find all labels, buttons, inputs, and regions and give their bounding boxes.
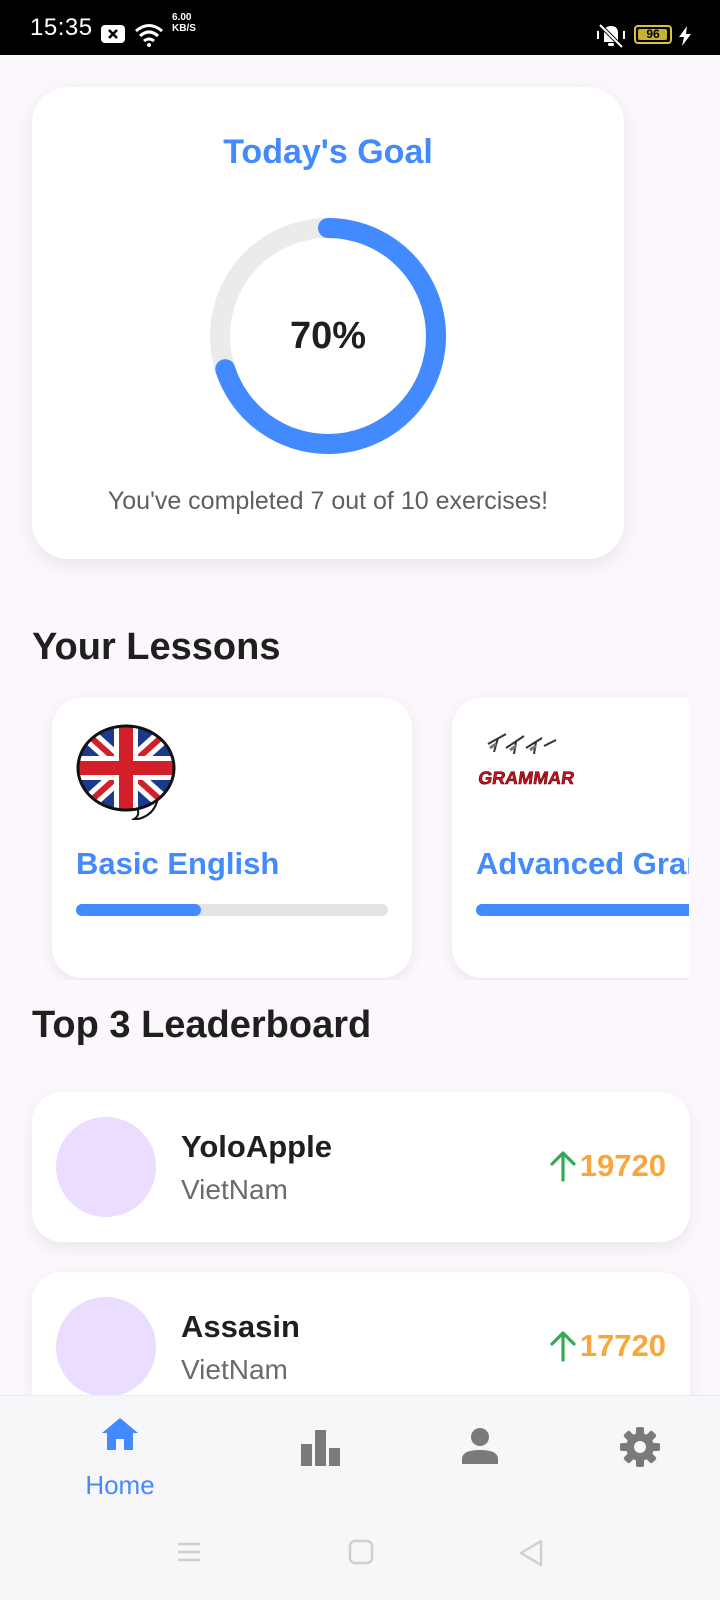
leaderboard-score-value: 17720 xyxy=(579,1328,666,1363)
arrow-up-icon xyxy=(550,1331,576,1362)
home-icon xyxy=(102,1418,138,1450)
lesson-card-basic-english[interactable]: Basic English xyxy=(52,698,412,978)
silent-mode-icon xyxy=(597,23,625,49)
uk-flag-speech-bubble-icon xyxy=(76,724,176,820)
arrow-up-icon xyxy=(550,1151,576,1182)
lesson-card-advanced-grammar[interactable]: GRAMMAR Advanced Grammar xyxy=(452,698,689,978)
nav-item-stats[interactable] xyxy=(260,1416,380,1506)
notification-icon xyxy=(101,25,125,43)
leaderboard-score-value: 19720 xyxy=(579,1148,666,1183)
goal-percent-label: 70% xyxy=(289,314,367,357)
lesson-progress-track xyxy=(76,904,388,916)
leaderboard-score: 19720 xyxy=(548,1148,666,1184)
network-speed: 6.00 KB/S xyxy=(172,12,196,34)
leaderboard-user-country: VietNam xyxy=(181,1354,288,1385)
leaderboard-user-name: Assasin xyxy=(181,1309,300,1344)
avatar xyxy=(56,1297,156,1397)
lessons-carousel[interactable]: Basic English GRAMMAR Advanced Grammar xyxy=(0,690,689,980)
menu-icon[interactable] xyxy=(176,1539,202,1565)
network-speed-value: 6.00 xyxy=(172,12,192,23)
grammar-logo-icon: GRAMMAR xyxy=(477,733,576,788)
leaderboard-user-country: VietNam xyxy=(181,1174,288,1205)
lesson-progress-fill xyxy=(76,904,201,916)
home-square-icon[interactable] xyxy=(348,1539,374,1565)
leaderboard-user-name: YoloApple xyxy=(181,1129,332,1164)
bottom-navigation: Home xyxy=(0,1395,720,1515)
nav-label-home: Home xyxy=(85,1470,155,1500)
network-speed-unit: KB/S xyxy=(172,23,196,34)
status-time: 15:35 xyxy=(30,14,93,41)
leaderboard-entry[interactable]: YoloApple VietNam 19720 xyxy=(32,1092,690,1242)
lessons-section-title: Your Lessons xyxy=(32,626,281,668)
grammar-logo-text: GRAMMAR xyxy=(477,768,576,788)
battery-percent: 96 xyxy=(646,27,660,41)
system-navigation-bar xyxy=(0,1515,720,1600)
lesson-name: Advanced Grammar xyxy=(476,846,689,881)
charging-icon xyxy=(679,26,691,46)
status-bar: 15:35 6.00 KB/S 96 xyxy=(0,0,720,55)
lesson-progress-fill xyxy=(476,904,689,916)
wifi-icon xyxy=(135,24,163,47)
leaderboard-section-title: Top 3 Leaderboard xyxy=(32,1004,372,1046)
lesson-progress-track xyxy=(476,904,689,916)
lesson-name: Basic English xyxy=(76,846,280,881)
gear-icon xyxy=(620,1427,660,1467)
goal-subtitle: You've completed 7 out of 10 exercises! xyxy=(107,487,549,515)
nav-item-home[interactable]: Home xyxy=(60,1416,180,1506)
goal-title: Today's Goal xyxy=(223,133,433,171)
daily-goal-card: Today's Goal 70% You've completed 7 out … xyxy=(32,87,624,559)
leaderboard-score: 17720 xyxy=(548,1328,666,1364)
person-icon xyxy=(462,1428,498,1464)
nav-item-profile[interactable] xyxy=(420,1416,540,1506)
nav-item-settings[interactable] xyxy=(580,1416,700,1506)
back-icon[interactable] xyxy=(518,1539,544,1567)
battery-indicator: 96 xyxy=(634,25,672,44)
bar-chart-icon xyxy=(301,1430,340,1466)
avatar xyxy=(56,1117,156,1217)
